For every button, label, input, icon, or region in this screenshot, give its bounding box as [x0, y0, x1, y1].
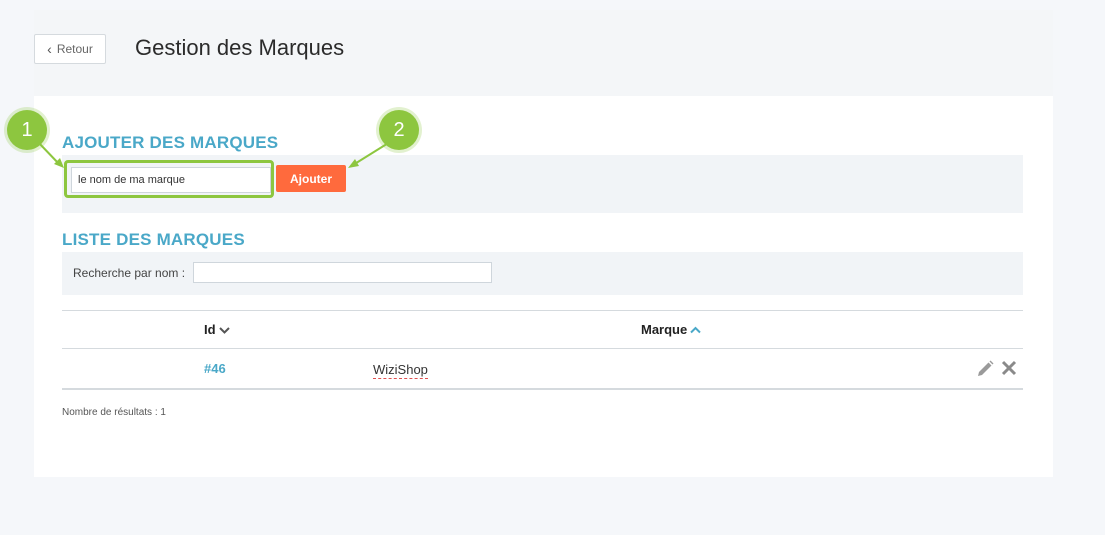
brand-name-input[interactable]: [71, 167, 271, 193]
table-top-border: [62, 310, 1023, 311]
results-count: Nombre de résultats : 1: [62, 407, 166, 418]
page-header: ‹ Retour Gestion des Marques: [34, 10, 1053, 96]
close-icon[interactable]: [1000, 359, 1018, 377]
column-header-marque[interactable]: Marque: [641, 322, 702, 337]
add-section-title: AJOUTER DES MARQUES: [62, 133, 279, 152]
chevron-up-icon: [690, 326, 701, 333]
search-label: Recherche par nom :: [73, 266, 186, 280]
back-button-label: Retour: [56, 42, 93, 56]
step-badge-2: 2: [379, 110, 419, 150]
page-title: Gestion des Marques: [135, 35, 345, 60]
row-id-link[interactable]: #46: [204, 361, 226, 376]
chevron-left-icon: ‹: [47, 41, 52, 57]
column-header-id-label: Id: [204, 322, 216, 337]
column-header-id[interactable]: Id: [204, 322, 231, 337]
step-badge-1: 1: [7, 110, 47, 150]
column-header-marque-label: Marque: [641, 322, 688, 337]
back-button[interactable]: ‹ Retour: [34, 34, 106, 64]
add-button[interactable]: Ajouter: [276, 165, 346, 192]
list-section-title: LISTE DES MARQUES: [62, 230, 245, 249]
row-brand-name: WiziShop: [373, 362, 428, 379]
chevron-down-icon: [218, 326, 230, 334]
table-header-divider: [62, 348, 1023, 349]
search-input[interactable]: [193, 262, 492, 283]
pencil-icon[interactable]: [975, 359, 995, 379]
main-panel: ‹ Retour Gestion des Marques AJOUTER DES…: [34, 10, 1053, 477]
table-bottom-border: [62, 388, 1023, 390]
